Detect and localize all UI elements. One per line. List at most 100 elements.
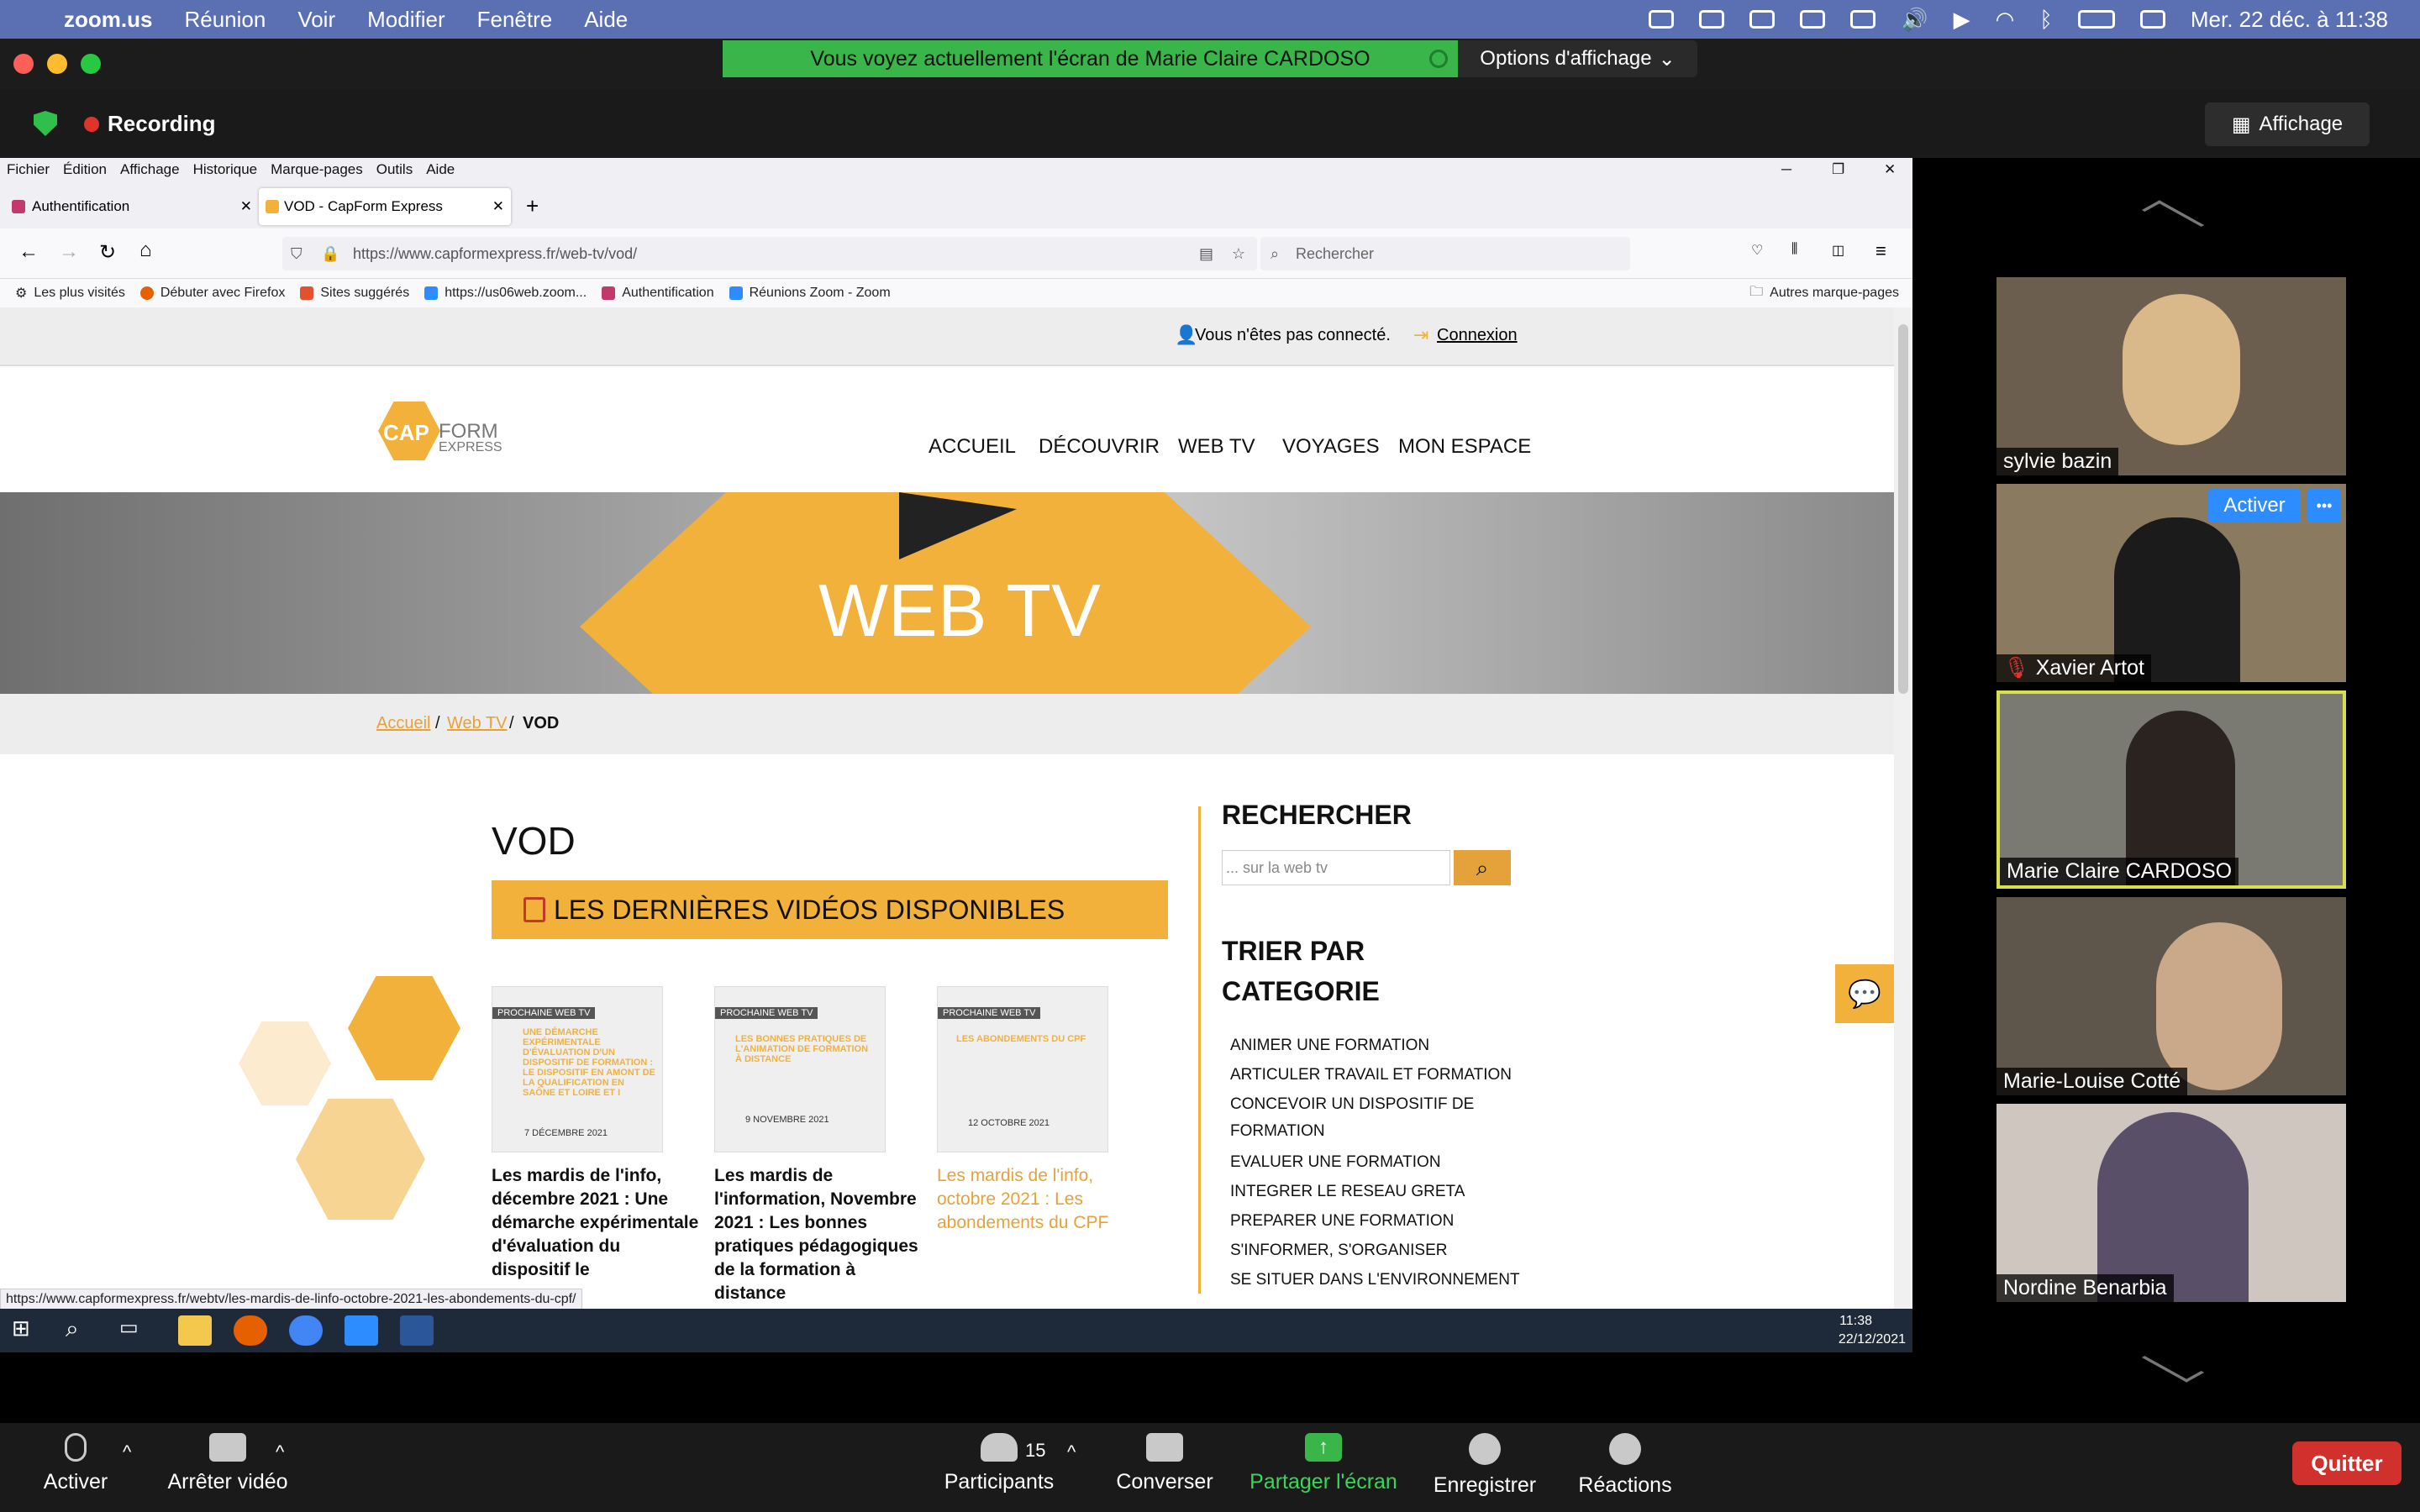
ff-menu-fichier[interactable]: Fichier bbox=[7, 161, 50, 178]
participant-tile[interactable]: Marie-Louise Cotté bbox=[1996, 897, 2346, 1095]
unmute-button[interactable]: Activer bbox=[42, 1433, 109, 1494]
maximize-window-button[interactable] bbox=[81, 54, 101, 74]
recording-indicator[interactable]: Recording bbox=[84, 111, 216, 137]
new-tab-button[interactable]: + bbox=[526, 193, 539, 219]
shield-icon[interactable] bbox=[1850, 10, 1876, 29]
ff-menu-edition[interactable]: Édition bbox=[63, 161, 107, 178]
breadcrumb-webtv[interactable]: Web TV bbox=[447, 714, 508, 733]
home-icon[interactable]: ⌂ bbox=[139, 239, 152, 262]
ff-menu-historique[interactable]: Historique bbox=[193, 161, 258, 178]
ff-menu-outils[interactable]: Outils bbox=[376, 161, 413, 178]
menu-reunion[interactable]: Réunion bbox=[184, 7, 266, 33]
site-search-input[interactable]: ... sur la web tv bbox=[1222, 850, 1450, 885]
participant-tile[interactable]: sylvie bazin bbox=[1996, 277, 2346, 475]
activate-button[interactable]: Activer bbox=[2208, 489, 2301, 522]
tab-close-icon[interactable]: ✕ bbox=[492, 198, 504, 215]
category-link[interactable]: EVALUER UNE FORMATION bbox=[1230, 1153, 1441, 1172]
ff-close-icon[interactable]: ✕ bbox=[1884, 161, 1896, 178]
search-field[interactable]: ⌕ Rechercher bbox=[1260, 237, 1630, 270]
zoom-status-icon[interactable] bbox=[1649, 10, 1675, 29]
ff-minimize-icon[interactable]: ─ bbox=[1781, 161, 1791, 178]
nav-accueil[interactable]: ACCUEIL bbox=[929, 435, 1016, 459]
tab-close-icon[interactable]: ✕ bbox=[240, 198, 252, 215]
ff-restore-icon[interactable]: ❐ bbox=[1832, 161, 1844, 178]
hamburger-menu-icon[interactable]: ≡ bbox=[1876, 240, 1886, 262]
bookmark-zoom-meetings[interactable]: Réunions Zoom - Zoom bbox=[729, 286, 891, 301]
task-view-icon[interactable]: ▭ bbox=[119, 1315, 153, 1346]
bookmark-most-visited[interactable]: ⚙ Les plus visités bbox=[15, 285, 125, 302]
reload-icon[interactable]: ↻ bbox=[99, 240, 116, 265]
bluetooth-icon[interactable]: ᛒ bbox=[2039, 7, 2053, 33]
app-icon[interactable] bbox=[1800, 10, 1826, 29]
windows-start-icon[interactable]: ⊞ bbox=[12, 1315, 45, 1346]
category-link[interactable]: PREPARER UNE FORMATION bbox=[1230, 1212, 1454, 1231]
bookmark-star-icon[interactable]: ☆ bbox=[1232, 245, 1245, 263]
bookmark-authentification[interactable]: Authentification bbox=[602, 286, 714, 301]
participant-tile[interactable]: Nordine Benarbia bbox=[1996, 1104, 2346, 1302]
video-title-link[interactable]: Les mardis de l'information, Novembre 20… bbox=[714, 1164, 924, 1305]
play-icon[interactable]: ▶ bbox=[1954, 7, 1970, 33]
nav-mon-espace[interactable]: MON ESPACE bbox=[1398, 435, 1531, 459]
battery-icon[interactable] bbox=[2077, 10, 2115, 29]
category-link[interactable]: SE SITUER DANS L'ENVIRONNEMENT bbox=[1230, 1271, 1520, 1289]
login-link[interactable]: Connexion bbox=[1437, 326, 1518, 345]
category-link[interactable]: INTEGRER LE RESEAU GRETA bbox=[1230, 1183, 1465, 1201]
reader-icon[interactable]: ▤ bbox=[1199, 245, 1213, 263]
wifi-icon[interactable]: ◠ bbox=[1996, 7, 2015, 33]
minimize-window-button[interactable] bbox=[47, 54, 67, 74]
view-options-button[interactable]: Options d'affichage ⌄ bbox=[1458, 40, 1697, 77]
category-link[interactable]: FORMATION bbox=[1230, 1122, 1325, 1141]
search-icon[interactable]: ⌕ bbox=[66, 1315, 99, 1346]
audio-options-chevron-icon[interactable]: ^ bbox=[123, 1441, 131, 1463]
video-thumbnail[interactable]: PROCHAINE WEB TV LES ABONDEMENTS DU CPF … bbox=[937, 986, 1108, 1152]
chrome-taskbar-icon[interactable] bbox=[289, 1315, 323, 1346]
menubar-clock[interactable]: Mer. 22 déc. à 11:38 bbox=[2191, 7, 2388, 33]
nav-voyages[interactable]: VOYAGES bbox=[1282, 435, 1380, 459]
zoom-taskbar-icon[interactable] bbox=[345, 1315, 378, 1346]
pocket-icon[interactable]: ♡ bbox=[1751, 242, 1763, 259]
control-center-icon[interactable] bbox=[2139, 10, 2165, 29]
close-window-button[interactable] bbox=[13, 54, 34, 74]
bookmark-suggested[interactable]: Sites suggérés bbox=[300, 286, 409, 301]
chat-widget-button[interactable]: 💬 bbox=[1835, 964, 1894, 1023]
file-explorer-icon[interactable] bbox=[178, 1315, 212, 1346]
tab-authentification[interactable]: Authentification ✕ bbox=[7, 188, 259, 225]
ff-menu-marque-pages[interactable]: Marque-pages bbox=[271, 161, 363, 178]
other-bookmarks[interactable]: 🗀 Autres marque-pages bbox=[1749, 282, 1899, 305]
forward-icon[interactable]: → bbox=[59, 240, 79, 264]
site-logo[interactable]: CAP FORM EXPRESS bbox=[378, 395, 513, 467]
bookmark-zoom-us06[interactable]: https://us06web.zoom... bbox=[424, 286, 587, 301]
reactions-button[interactable]: Réactions bbox=[1576, 1433, 1674, 1498]
word-taskbar-icon[interactable] bbox=[400, 1315, 434, 1346]
record-button[interactable]: Enregistrer bbox=[1430, 1433, 1539, 1498]
scroll-down-icon[interactable] bbox=[2141, 1347, 2205, 1383]
category-link[interactable]: CONCEVOIR UN DISPOSITIF DE bbox=[1230, 1095, 1474, 1114]
video-thumbnail[interactable]: PROCHAINE WEB TV UNE DÉMARCHE EXPÉRIMENT… bbox=[492, 986, 663, 1152]
ff-menu-affichage[interactable]: Affichage bbox=[120, 161, 180, 178]
url-field[interactable]: ⛉ 🔒 https://www.capformexpress.fr/web-tv… bbox=[282, 237, 1257, 270]
nav-decouvrir[interactable]: DÉCOUVRIR bbox=[1039, 435, 1160, 459]
library-icon[interactable]: ⫼ bbox=[1791, 242, 1797, 257]
keyboard-icon[interactable] bbox=[1749, 10, 1776, 29]
bookmark-getting-started[interactable]: Débuter avec Firefox bbox=[139, 286, 285, 301]
tab-vod[interactable]: VOD - CapForm Express ✕ bbox=[259, 188, 511, 225]
site-search-button[interactable]: ⌕ bbox=[1454, 850, 1511, 885]
category-link[interactable]: ANIMER UNE FORMATION bbox=[1230, 1037, 1429, 1055]
participant-tile-active[interactable]: Marie Claire CARDOSO bbox=[1996, 690, 2346, 889]
breadcrumb-home[interactable]: Accueil bbox=[376, 714, 430, 733]
nav-web-tv[interactable]: WEB TV bbox=[1178, 435, 1255, 459]
flask-icon[interactable] bbox=[1699, 10, 1725, 29]
sidebar-icon[interactable]: ◫ bbox=[1832, 242, 1844, 259]
firefox-taskbar-icon[interactable] bbox=[234, 1315, 267, 1346]
app-name[interactable]: zoom.us bbox=[64, 7, 152, 33]
category-link[interactable]: S'INFORMER, S'ORGANISER bbox=[1230, 1242, 1448, 1260]
video-title-link[interactable]: Les mardis de l'info, décembre 2021 : Un… bbox=[492, 1164, 702, 1282]
layout-button[interactable]: ▦ Affichage bbox=[2205, 102, 2370, 146]
participants-chevron-icon[interactable]: ^ bbox=[1067, 1441, 1076, 1463]
page-scrollbar[interactable] bbox=[1894, 307, 1912, 1352]
category-link[interactable]: ARTICULER TRAVAIL ET FORMATION bbox=[1230, 1066, 1512, 1084]
scrollbar-thumb[interactable] bbox=[1898, 324, 1908, 694]
menu-voir[interactable]: Voir bbox=[297, 7, 335, 33]
participant-tile[interactable]: Activer ••• 🎙 Xavier Artot bbox=[1996, 484, 2346, 682]
volume-icon[interactable]: 🔊 bbox=[1901, 7, 1928, 33]
